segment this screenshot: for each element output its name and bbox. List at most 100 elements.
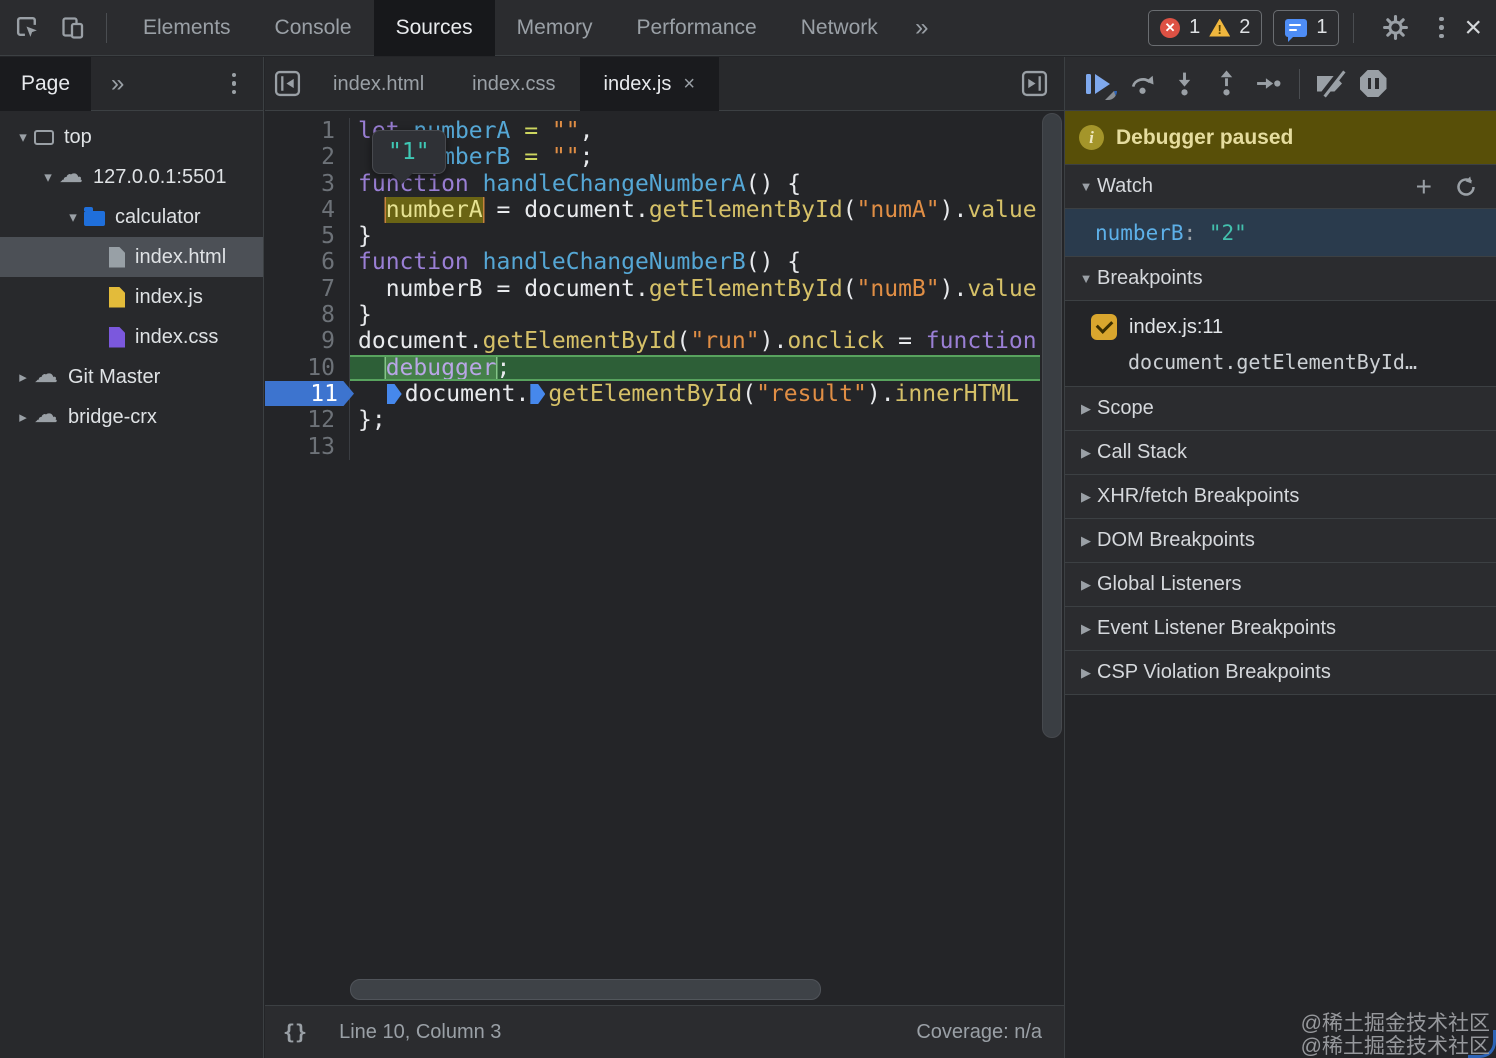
section-label: DOM Breakpoints — [1097, 529, 1255, 552]
line-number-10[interactable]: 10 — [265, 355, 350, 381]
breakpoint-marker[interactable]: 11 — [265, 381, 354, 406]
section-watch[interactable]: ▼ Watch + — [1065, 165, 1496, 209]
horizontal-scrollbar-thumb[interactable] — [350, 979, 821, 1000]
section-dom-breakpoints[interactable]: ▶DOM Breakpoints — [1065, 519, 1496, 563]
tree-item-index-js[interactable]: index.js — [0, 277, 263, 317]
overflow-menu-icon[interactable] — [1422, 9, 1460, 47]
step-into-icon[interactable] — [1163, 63, 1205, 105]
tab-elements[interactable]: Elements — [121, 0, 253, 56]
line-number-6[interactable]: 6 — [265, 249, 350, 275]
collapsed-sections: ▶Scope▶Call Stack▶XHR/fetch Breakpoints▶… — [1065, 387, 1496, 695]
line-number-3[interactable]: 3 — [265, 171, 350, 197]
breakpoint-snippet: document.getElementById… — [1128, 350, 1496, 374]
debugger-toolbar — [1065, 57, 1496, 111]
device-toolbar-icon[interactable] — [54, 9, 92, 47]
line-number-1[interactable]: 1 — [265, 118, 350, 144]
code-text[interactable]: } — [350, 223, 1064, 249]
deactivate-breakpoints-icon[interactable] — [1310, 63, 1352, 105]
line-number-5[interactable]: 5 — [265, 223, 350, 249]
code-text[interactable]: numberB = ""; — [350, 144, 1064, 170]
tree-item-index-html[interactable]: index.html — [0, 237, 263, 277]
code-text[interactable]: numberB = document.getElementById("numB"… — [350, 276, 1064, 302]
add-watch-icon[interactable]: + — [1416, 173, 1432, 201]
section-breakpoints[interactable]: ▼ Breakpoints — [1065, 257, 1496, 301]
code-text[interactable]: } — [350, 302, 1064, 328]
vertical-scrollbar-thumb[interactable] — [1042, 113, 1062, 738]
line-number-11[interactable]: 11 — [265, 381, 350, 407]
continue-to-here-icon[interactable] — [530, 384, 545, 404]
section-call-stack[interactable]: ▶Call Stack — [1065, 431, 1496, 475]
expander-icon[interactable]: ▸ — [12, 408, 34, 426]
step-over-icon[interactable] — [1121, 63, 1163, 105]
hide-navigator-icon[interactable] — [265, 57, 309, 111]
editor-tab-index-js[interactable]: index.js × — [580, 57, 720, 111]
close-devtools-icon[interactable]: × — [1464, 13, 1482, 43]
issues-badge[interactable]: ✕ 1 ! 2 — [1148, 10, 1262, 46]
line-number-4[interactable]: 4 — [265, 197, 350, 223]
settings-gear-icon[interactable] — [1376, 9, 1414, 47]
section-event-listener-breakpoints[interactable]: ▶Event Listener Breakpoints — [1065, 607, 1496, 651]
messages-badge[interactable]: 1 — [1273, 10, 1339, 46]
section-csp-violation-breakpoints[interactable]: ▶CSP Violation Breakpoints — [1065, 651, 1496, 695]
inspect-element-icon[interactable] — [8, 9, 46, 47]
breakpoint-checkbox[interactable] — [1091, 314, 1117, 340]
tab-network[interactable]: Network — [779, 0, 900, 56]
file-css-icon — [109, 327, 125, 348]
line-number-2[interactable]: 2 — [265, 144, 350, 170]
tab-sources[interactable]: Sources — [374, 0, 495, 56]
refresh-watch-icon[interactable] — [1454, 175, 1478, 199]
vertical-scrollbar[interactable] — [1040, 111, 1064, 1005]
show-debugger-icon[interactable] — [1012, 57, 1056, 111]
chevron-right-icon: ▶ — [1075, 445, 1097, 461]
line-number-12[interactable]: 12 — [265, 407, 350, 433]
resume-script-icon[interactable] — [1079, 63, 1121, 105]
expander-icon[interactable]: ▾ — [62, 208, 84, 226]
tab-memory[interactable]: Memory — [495, 0, 615, 56]
step-icon[interactable] — [1247, 63, 1289, 105]
code-line-11: 11 document.getElementById("result").inn… — [265, 381, 1064, 407]
continue-to-here-icon[interactable] — [387, 384, 402, 404]
tree-item-calculator[interactable]: ▾calculator — [0, 197, 263, 237]
tab-performance[interactable]: Performance — [615, 0, 779, 56]
editor-tab-index-html[interactable]: index.html — [309, 57, 448, 111]
code-editor[interactable]: 1let numberA = "",2 numberB = "";3functi… — [265, 111, 1064, 1005]
expander-icon[interactable]: ▸ — [12, 368, 34, 386]
folder-icon — [84, 211, 105, 226]
code-text[interactable]: }; — [350, 407, 1064, 433]
tree-item-127-0-0-1-5501[interactable]: ▾☁127.0.0.1:5501 — [0, 157, 263, 197]
tree-item-bridge-crx[interactable]: ▸☁bridge-crx — [0, 397, 263, 437]
expander-icon[interactable]: ▾ — [37, 168, 59, 186]
watch-expression-row[interactable]: numberB: "2" — [1065, 209, 1496, 257]
navigator-more-tabs-icon[interactable]: » — [111, 70, 124, 98]
editor-tab-index-css[interactable]: index.css — [448, 57, 579, 111]
section-global-listeners[interactable]: ▶Global Listeners — [1065, 563, 1496, 607]
navigator-overflow-icon[interactable] — [215, 65, 253, 103]
line-number-7[interactable]: 7 — [265, 276, 350, 302]
expander-icon[interactable]: ▾ — [12, 128, 34, 146]
code-text[interactable]: function handleChangeNumberA() { — [350, 171, 1064, 197]
execution-line[interactable]: debugger; — [350, 355, 1064, 381]
code-text[interactable] — [350, 434, 1064, 460]
tab-page[interactable]: Page — [0, 57, 91, 111]
step-out-icon[interactable] — [1205, 63, 1247, 105]
section-scope[interactable]: ▶Scope — [1065, 387, 1496, 431]
line-number-9[interactable]: 9 — [265, 328, 350, 354]
line-number-13[interactable]: 13 — [265, 434, 350, 460]
pause-on-exceptions-icon[interactable] — [1352, 63, 1394, 105]
code-text[interactable]: let numberA = "", — [350, 118, 1064, 144]
code-text[interactable]: numberA = document.getElementById("numA"… — [350, 197, 1064, 223]
code-text[interactable]: function handleChangeNumberB() { — [350, 249, 1064, 275]
tree-item-index-css[interactable]: index.css — [0, 317, 263, 357]
line-number-8[interactable]: 8 — [265, 302, 350, 328]
navigator-sidebar: Page » ▾top▾☁127.0.0.1:5501▾calculatorin… — [0, 57, 264, 1058]
code-text[interactable]: document.getElementById("result").innerH… — [350, 381, 1064, 407]
pretty-print-icon[interactable]: {} — [283, 1020, 307, 1044]
close-tab-icon[interactable]: × — [683, 57, 695, 111]
breakpoint-entry[interactable]: index.js:11 document.getElementById… — [1065, 301, 1496, 387]
tree-item-git-master[interactable]: ▸☁Git Master — [0, 357, 263, 397]
tree-item-top[interactable]: ▾top — [0, 117, 263, 157]
tab-console[interactable]: Console — [253, 0, 374, 56]
code-text[interactable]: document.getElementById("run").onclick =… — [350, 328, 1064, 354]
more-tabs-icon[interactable]: » — [900, 14, 944, 42]
section-xhr-fetch-breakpoints[interactable]: ▶XHR/fetch Breakpoints — [1065, 475, 1496, 519]
